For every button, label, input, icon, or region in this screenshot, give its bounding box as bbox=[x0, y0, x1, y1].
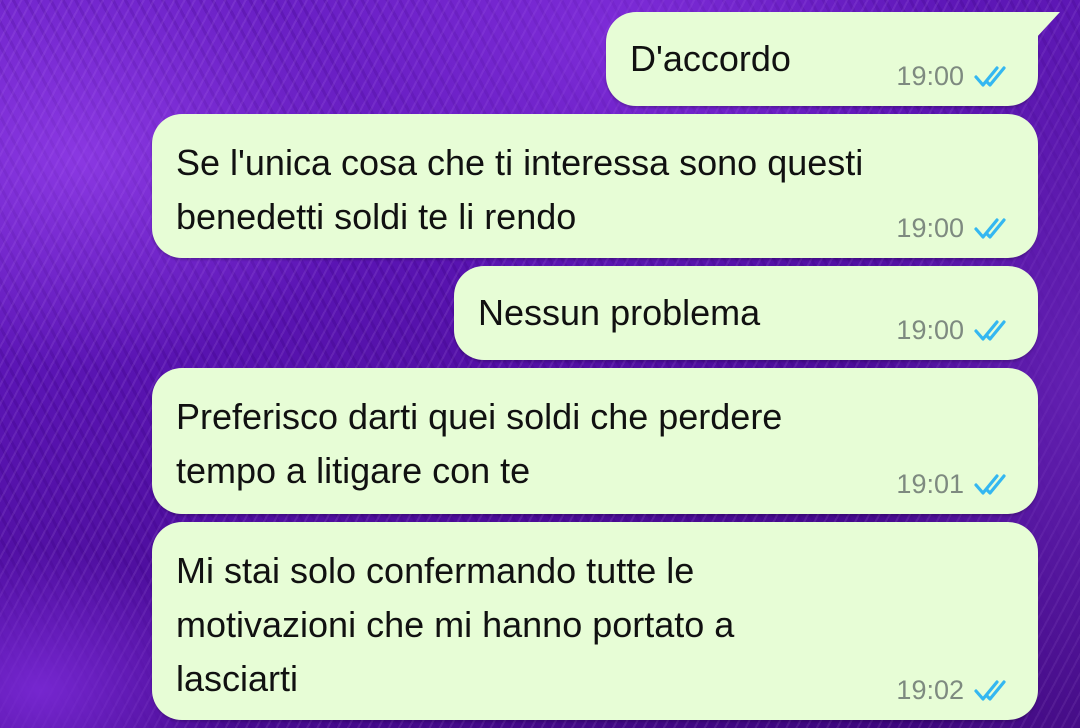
message-meta: 19:02 bbox=[896, 675, 1014, 706]
read-double-check-icon bbox=[974, 473, 1006, 495]
message-time: 19:00 bbox=[896, 315, 964, 345]
message-text: Se l'unica cosa che ti interessa sono qu… bbox=[176, 142, 864, 237]
read-double-check-icon bbox=[974, 319, 1006, 341]
message-meta: 19:01 bbox=[896, 469, 1014, 500]
message-time: 19:01 bbox=[896, 469, 964, 499]
bubble-tail bbox=[1036, 12, 1060, 38]
read-double-check-icon bbox=[974, 65, 1006, 87]
message-time: 19:00 bbox=[896, 61, 964, 91]
message-meta: 19:00 bbox=[896, 315, 1014, 346]
read-double-check-icon bbox=[974, 679, 1006, 701]
message-text: Preferisco darti quei soldi che perdere … bbox=[176, 396, 783, 491]
message-bubble[interactable]: D'accordo 19:00 bbox=[606, 12, 1060, 106]
message-bubble[interactable]: Preferisco darti quei soldi che perdere … bbox=[152, 368, 1038, 514]
message-time: 19:00 bbox=[896, 213, 964, 243]
message-bubble[interactable]: Nessun problema 19:00 bbox=[454, 266, 1038, 360]
message-time: 19:02 bbox=[896, 675, 964, 705]
message-text: Mi stai solo confermando tutte le motiva… bbox=[176, 550, 735, 699]
read-double-check-icon bbox=[974, 217, 1006, 239]
message-meta: 19:00 bbox=[896, 213, 1014, 244]
message-text: Nessun problema bbox=[478, 292, 761, 333]
message-bubble[interactable]: Mi stai solo confermando tutte le motiva… bbox=[152, 522, 1038, 720]
message-meta: 19:00 bbox=[896, 61, 1014, 92]
message-text: D'accordo bbox=[630, 38, 791, 79]
chat-conversation: D'accordo 19:00 Se l'unica cosa che ti i… bbox=[0, 0, 1080, 728]
message-bubble[interactable]: Se l'unica cosa che ti interessa sono qu… bbox=[152, 114, 1038, 258]
